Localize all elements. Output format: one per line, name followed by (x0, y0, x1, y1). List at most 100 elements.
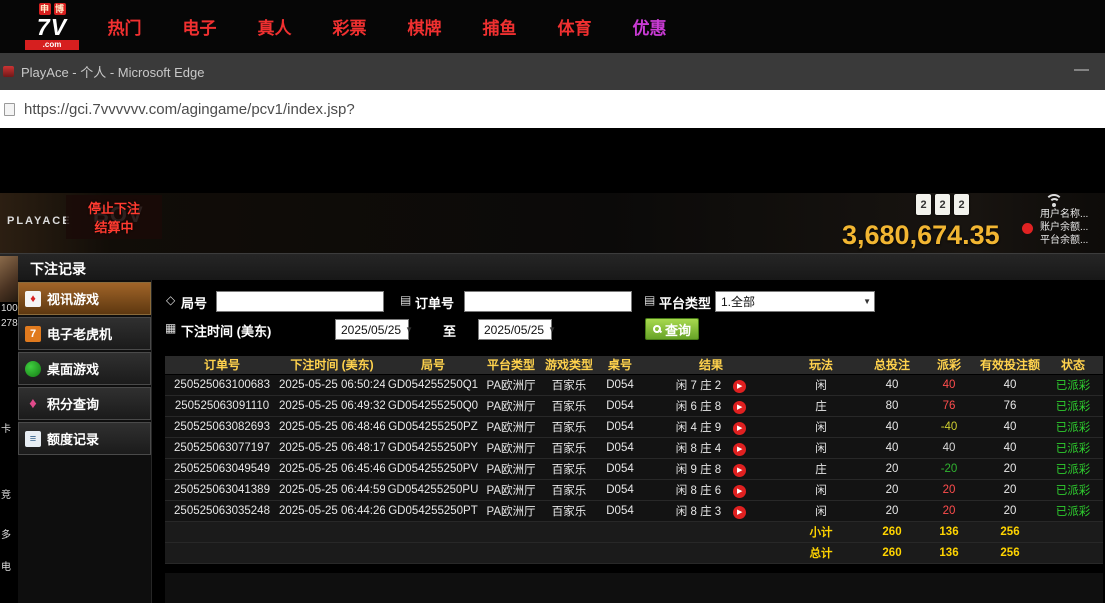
cell-status: 已派彩 (1043, 416, 1103, 437)
cell-platform: PA欧洲厅 (481, 458, 541, 479)
replay-icon[interactable]: ▶ (733, 506, 746, 519)
cell-payout: 20 (921, 500, 977, 521)
round-number-input[interactable] (216, 291, 384, 312)
blank-cell (1043, 521, 1103, 542)
cards-icon: ♦ (25, 291, 41, 307)
window-favicon (3, 66, 14, 77)
total-bet-value: 260 (863, 521, 921, 542)
cell-platform: PA欧洲厅 (481, 479, 541, 500)
page-icon (4, 103, 15, 116)
nav-item-lottery[interactable]: 彩票 (312, 14, 387, 39)
cell-table-no: D054 (597, 458, 643, 479)
sidebar-item-label: 积分查询 (47, 394, 99, 413)
cell-game: 百家乐 (541, 479, 597, 500)
cell-valid-bet: 40 (977, 437, 1043, 458)
window-titlebar: PlayAce - 个人 - Microsoft Edge — (0, 53, 1105, 90)
minimize-button[interactable]: — (1074, 61, 1089, 78)
cell-payout: 76 (921, 395, 977, 416)
result-text: 闲 4 庄 9 (676, 422, 721, 434)
slot-icon: 7 (25, 326, 41, 342)
left-fragment: 竞 (1, 486, 18, 501)
subtotal-row: 小计260136256 (165, 521, 1103, 542)
replay-icon[interactable]: ▶ (733, 443, 746, 456)
blank-cell (165, 542, 779, 563)
table-row: 2505250631006832025-05-25 06:50:24GD0542… (165, 374, 1103, 395)
cell-play: 闲 (779, 500, 863, 521)
sidebar-item-table-games[interactable]: 桌面游戏 (18, 352, 151, 385)
sidebar-item-quota-records[interactable]: ≡额度记录 (18, 422, 151, 455)
cell-time: 2025-05-25 06:44:26 (279, 500, 385, 521)
cell-result: 闲 8 庄 4▶ (643, 437, 779, 458)
nav-item-live[interactable]: 真人 (237, 14, 312, 39)
cell-round: GD054255250Q0 (385, 395, 481, 416)
platform-type-select[interactable]: 1.全部 ▼ (715, 291, 875, 312)
betting-status-box: 停止下注 结算中 (66, 195, 162, 239)
cell-table-no: D054 (597, 500, 643, 521)
bet-records-header: 下注记录 (0, 253, 1105, 280)
cell-round: GD054255250PV (385, 458, 481, 479)
cell-time: 2025-05-25 06:48:46 (279, 416, 385, 437)
date-to-select[interactable]: 2025/05/25 ▼ (478, 319, 552, 340)
cell-total-bet: 40 (863, 416, 921, 437)
cell-status: 已派彩 (1043, 395, 1103, 416)
replay-icon[interactable]: ▶ (733, 422, 746, 435)
playing-card: 2 (935, 194, 950, 215)
replay-icon[interactable]: ▶ (733, 464, 746, 477)
cell-valid-bet: 40 (977, 416, 1043, 437)
cell-platform: PA欧洲厅 (481, 500, 541, 521)
total-valid-value: 256 (977, 521, 1043, 542)
nav-item-fishing[interactable]: 捕鱼 (462, 14, 537, 39)
cell-total-bet: 20 (863, 479, 921, 500)
cell-game: 百家乐 (541, 416, 597, 437)
url-text[interactable]: https://gci.7vvvvvv.com/agingame/pcv1/in… (24, 101, 355, 118)
calendar-icon: ▦ (165, 321, 176, 335)
search-button[interactable]: 查询 (645, 318, 699, 340)
balance-amount: 3,680,674.35 (842, 220, 1000, 251)
nav-item-promo[interactable]: 优惠 (612, 14, 687, 39)
cell-game: 百家乐 (541, 374, 597, 395)
cell-valid-bet: 20 (977, 479, 1043, 500)
order-number-input[interactable] (464, 291, 632, 312)
left-fragment: 100: (1, 303, 18, 314)
playace-logo: PLAYACE (7, 215, 72, 227)
top-nav-items: 热门电子真人彩票棋牌捕鱼体育优惠 (87, 14, 687, 39)
nav-item-sports[interactable]: 体育 (537, 14, 612, 39)
screen: 申 博 7V .com 热门电子真人彩票棋牌捕鱼体育优惠 PlayAce - 个… (0, 0, 1105, 603)
replay-icon[interactable]: ▶ (733, 380, 746, 393)
sidebar-item-label: 电子老虎机 (47, 324, 112, 343)
cell-order: 250525063091110 (165, 395, 279, 416)
magnifier-icon (653, 325, 661, 333)
total-bet-value: 260 (863, 542, 921, 563)
cell-total-bet: 40 (863, 437, 921, 458)
grand-total-row: 总计260136256 (165, 542, 1103, 563)
cell-order: 250525063049549 (165, 458, 279, 479)
date-from-select[interactable]: 2025/05/25 ▼ (335, 319, 409, 340)
logo-domain-text: .com (25, 40, 79, 50)
nav-item-chess[interactable]: 棋牌 (387, 14, 462, 39)
panel-title: 下注记录 (30, 259, 86, 279)
table-row: 2505250630771972025-05-25 06:48:17GD0542… (165, 437, 1103, 458)
cell-result: 闲 9 庄 8▶ (643, 458, 779, 479)
sidebar-item-slot-machines[interactable]: 7 电子老虎机 (18, 317, 151, 350)
site-logo[interactable]: 申 博 7V .com (25, 3, 79, 50)
nav-item-slots[interactable]: 电子 (162, 14, 237, 39)
chevron-down-icon: ▼ (863, 297, 871, 306)
cell-play: 闲 (779, 374, 863, 395)
column-header: 结果 (643, 356, 779, 374)
ledger-icon: ≡ (25, 431, 41, 447)
cell-order: 250525063041389 (165, 479, 279, 500)
stop-betting-text: 停止下注 (66, 198, 162, 217)
column-header: 桌号 (597, 356, 643, 374)
cell-play: 闲 (779, 479, 863, 500)
replay-icon[interactable]: ▶ (733, 485, 746, 498)
replay-icon[interactable]: ▶ (733, 401, 746, 414)
panel-content: ◇ 局号 ▤ 订单号 ▤ 平台类型 1.全部 ▼ ▦ 下注时间 (美东) 202… (152, 280, 1105, 603)
sidebar-item-points-query[interactable]: ♦积分查询 (18, 387, 151, 420)
nav-item-hot[interactable]: 热门 (87, 14, 162, 39)
total-payout-value: 136 (921, 542, 977, 563)
cell-result: 闲 4 庄 9 ▶ (643, 416, 779, 437)
chevron-down-icon: ▼ (405, 325, 413, 334)
cell-total-bet: 20 (863, 458, 921, 479)
cell-result: 闲 8 庄 3▶ (643, 500, 779, 521)
sidebar-item-live-games[interactable]: ♦视讯游戏 (18, 282, 151, 315)
